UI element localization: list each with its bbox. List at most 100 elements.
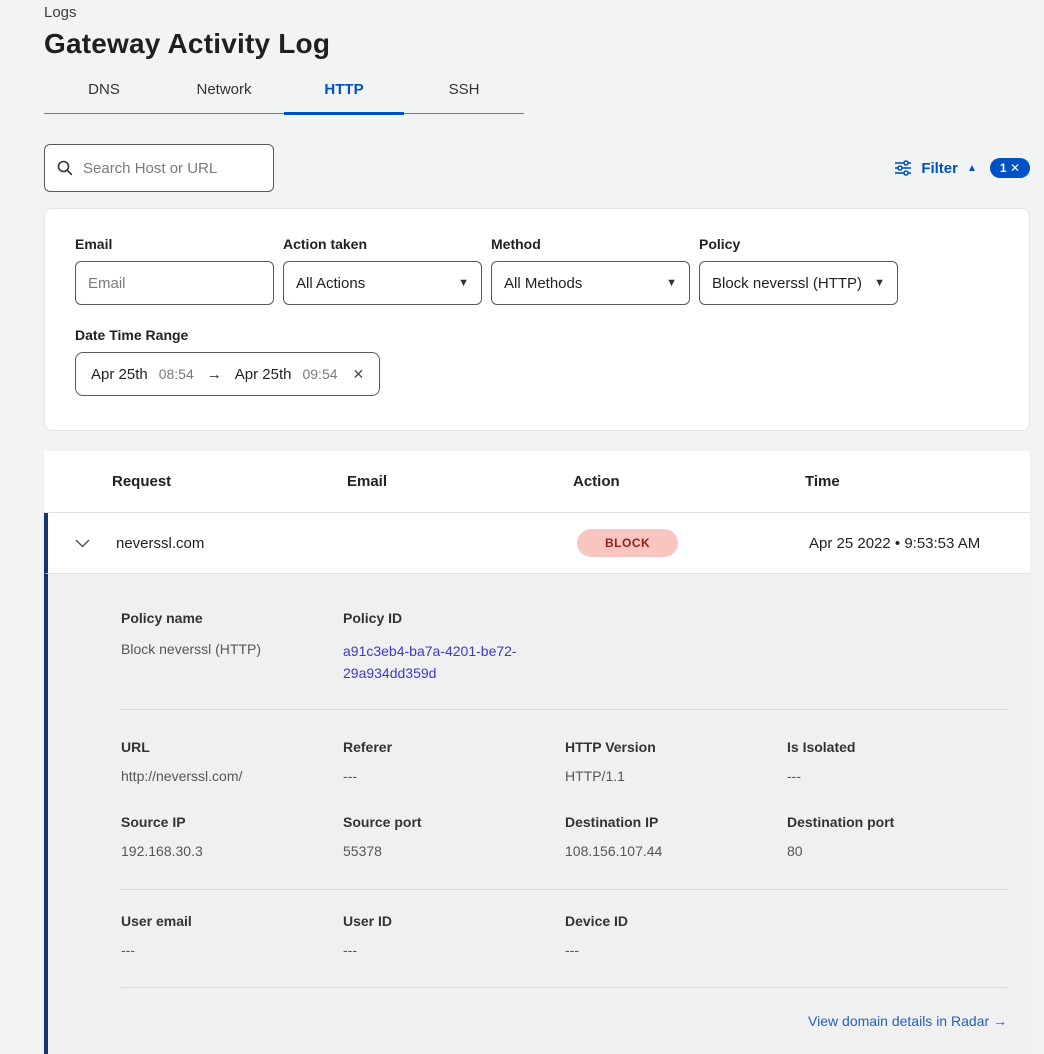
filter-sliders-icon: [894, 160, 912, 176]
filter-clear-icon[interactable]: ✕: [1010, 161, 1020, 175]
row-action: BLOCK: [577, 529, 809, 557]
url-field: URL http://neverssl.com/: [121, 739, 343, 784]
end-date[interactable]: Apr 25th: [235, 366, 292, 383]
method-label: Method: [491, 236, 690, 252]
policy-name-value: Block neverssl (HTTP): [121, 641, 343, 657]
policy-name-label: Policy name: [121, 610, 343, 626]
row-expand-chevron-icon[interactable]: [48, 539, 116, 548]
user-email-label: User email: [121, 913, 343, 929]
user-email-field: User email ---: [121, 913, 343, 958]
radar-link[interactable]: View domain details in Radar →: [808, 1013, 1007, 1029]
action-taken-select[interactable]: All Actions ▼: [283, 261, 482, 305]
start-time[interactable]: 08:54: [159, 366, 194, 382]
filter-collapse-caret-icon[interactable]: ▲: [967, 163, 977, 174]
destination-ip-label: Destination IP: [565, 814, 787, 830]
tab-http[interactable]: HTTP: [284, 81, 404, 113]
divider: [121, 889, 1007, 890]
network-details-section: Source IP 192.168.30.3 Source port 55378…: [121, 814, 1007, 859]
method-select[interactable]: All Methods ▼: [491, 261, 690, 305]
device-id-field: Device ID ---: [565, 913, 787, 958]
email-field-label: Email: [75, 236, 274, 252]
tab-network[interactable]: Network: [164, 81, 284, 113]
col-header-email: Email: [347, 473, 573, 490]
row-details-panel: Policy name Block neverssl (HTTP) Policy…: [44, 574, 1030, 1054]
source-ip-label: Source IP: [121, 814, 343, 830]
method-value: All Methods: [504, 275, 582, 292]
destination-port-value: 80: [787, 843, 1009, 859]
clear-date-range-icon[interactable]: ✕: [353, 366, 365, 383]
table-header-row: Request Email Action Time: [44, 451, 1030, 513]
email-field[interactable]: [75, 261, 274, 305]
http-version-field: HTTP Version HTTP/1.1: [565, 739, 787, 784]
policy-name-field: Policy name Block neverssl (HTTP): [121, 610, 343, 684]
page-content: Logs Gateway Activity Log DNS Network HT…: [0, 0, 1044, 1054]
radar-link-row: View domain details in Radar →: [121, 1013, 1007, 1031]
user-id-field: User ID ---: [343, 913, 565, 958]
policy-id-label: Policy ID: [343, 610, 565, 626]
search-filter-row: Filter ▲ 1 ✕: [44, 144, 1030, 192]
policy-select[interactable]: Block neverssl (HTTP) ▼: [699, 261, 898, 305]
range-arrow-icon: →: [205, 366, 224, 383]
source-port-field: Source port 55378: [343, 814, 565, 859]
filter-field-policy: Policy Block neverssl (HTTP) ▼: [699, 236, 898, 305]
tab-ssh[interactable]: SSH: [404, 81, 524, 113]
destination-ip-value: 108.156.107.44: [565, 843, 787, 859]
user-id-value: ---: [343, 942, 565, 958]
filter-fields-row: Email Action taken All Actions ▼ Method …: [75, 236, 999, 305]
referer-value: ---: [343, 768, 565, 784]
filter-panel: Email Action taken All Actions ▼ Method …: [44, 208, 1030, 431]
filter-field-email: Email: [75, 236, 274, 305]
chevron-down-icon: ▼: [874, 277, 885, 289]
user-id-label: User ID: [343, 913, 565, 929]
destination-ip-field: Destination IP 108.156.107.44: [565, 814, 787, 859]
device-id-value: ---: [565, 942, 787, 958]
referer-field: Referer ---: [343, 739, 565, 784]
breadcrumb[interactable]: Logs: [44, 4, 1030, 21]
date-range-picker[interactable]: Apr 25th 08:54 → Apr 25th 09:54 ✕: [75, 352, 380, 396]
divider: [121, 709, 1007, 710]
search-input[interactable]: [83, 160, 261, 177]
chevron-down-icon: ▼: [458, 277, 469, 289]
row-request: neverssl.com: [116, 535, 351, 552]
chevron-down-icon: ▼: [666, 277, 677, 289]
col-header-request: Request: [112, 473, 347, 490]
http-details-section: URL http://neverssl.com/ Referer --- HTT…: [121, 739, 1007, 784]
page-title: Gateway Activity Log: [44, 28, 1030, 60]
filter-field-action-taken: Action taken All Actions ▼: [283, 236, 482, 305]
filter-control[interactable]: Filter ▲ 1 ✕: [894, 158, 1030, 178]
tab-dns[interactable]: DNS: [44, 81, 164, 113]
source-ip-value: 192.168.30.3: [121, 843, 343, 859]
url-value: http://neverssl.com/: [121, 768, 343, 784]
is-isolated-field: Is Isolated ---: [787, 739, 1009, 784]
policy-section: Policy name Block neverssl (HTTP) Policy…: [121, 610, 1007, 684]
user-email-value: ---: [121, 942, 343, 958]
divider: [121, 987, 1007, 988]
url-label: URL: [121, 739, 343, 755]
action-taken-value: All Actions: [296, 275, 365, 292]
referer-label: Referer: [343, 739, 565, 755]
filter-field-method: Method All Methods ▼: [491, 236, 690, 305]
source-ip-field: Source IP 192.168.30.3: [121, 814, 343, 859]
start-date[interactable]: Apr 25th: [91, 366, 148, 383]
filter-count: 1: [1000, 161, 1007, 175]
user-details-section: User email --- User ID --- Device ID ---: [121, 913, 1007, 958]
policy-label: Policy: [699, 236, 898, 252]
filter-button-label[interactable]: Filter: [921, 160, 958, 177]
activity-table: Request Email Action Time neverssl.com B…: [44, 451, 1030, 1054]
block-status-badge: BLOCK: [577, 529, 678, 557]
action-taken-label: Action taken: [283, 236, 482, 252]
policy-id-link[interactable]: a91c3eb4-ba7a-4201-be72-29a934dd359d: [343, 641, 543, 684]
http-version-value: HTTP/1.1: [565, 768, 787, 784]
date-time-range-label: Date Time Range: [75, 327, 999, 343]
destination-port-field: Destination port 80: [787, 814, 1009, 859]
tab-bar: DNS Network HTTP SSH: [44, 81, 524, 114]
source-port-value: 55378: [343, 843, 565, 859]
table-row[interactable]: neverssl.com BLOCK Apr 25 2022 • 9:53:53…: [44, 513, 1030, 574]
policy-id-field: Policy ID a91c3eb4-ba7a-4201-be72-29a934…: [343, 610, 565, 684]
end-time[interactable]: 09:54: [302, 366, 337, 382]
row-time: Apr 25 2022 • 9:53:53 AM: [809, 535, 1030, 552]
filter-count-badge[interactable]: 1 ✕: [990, 158, 1030, 178]
col-header-time: Time: [805, 473, 1030, 490]
date-time-range-group: Date Time Range Apr 25th 08:54 → Apr 25t…: [75, 327, 999, 396]
destination-port-label: Destination port: [787, 814, 1009, 830]
